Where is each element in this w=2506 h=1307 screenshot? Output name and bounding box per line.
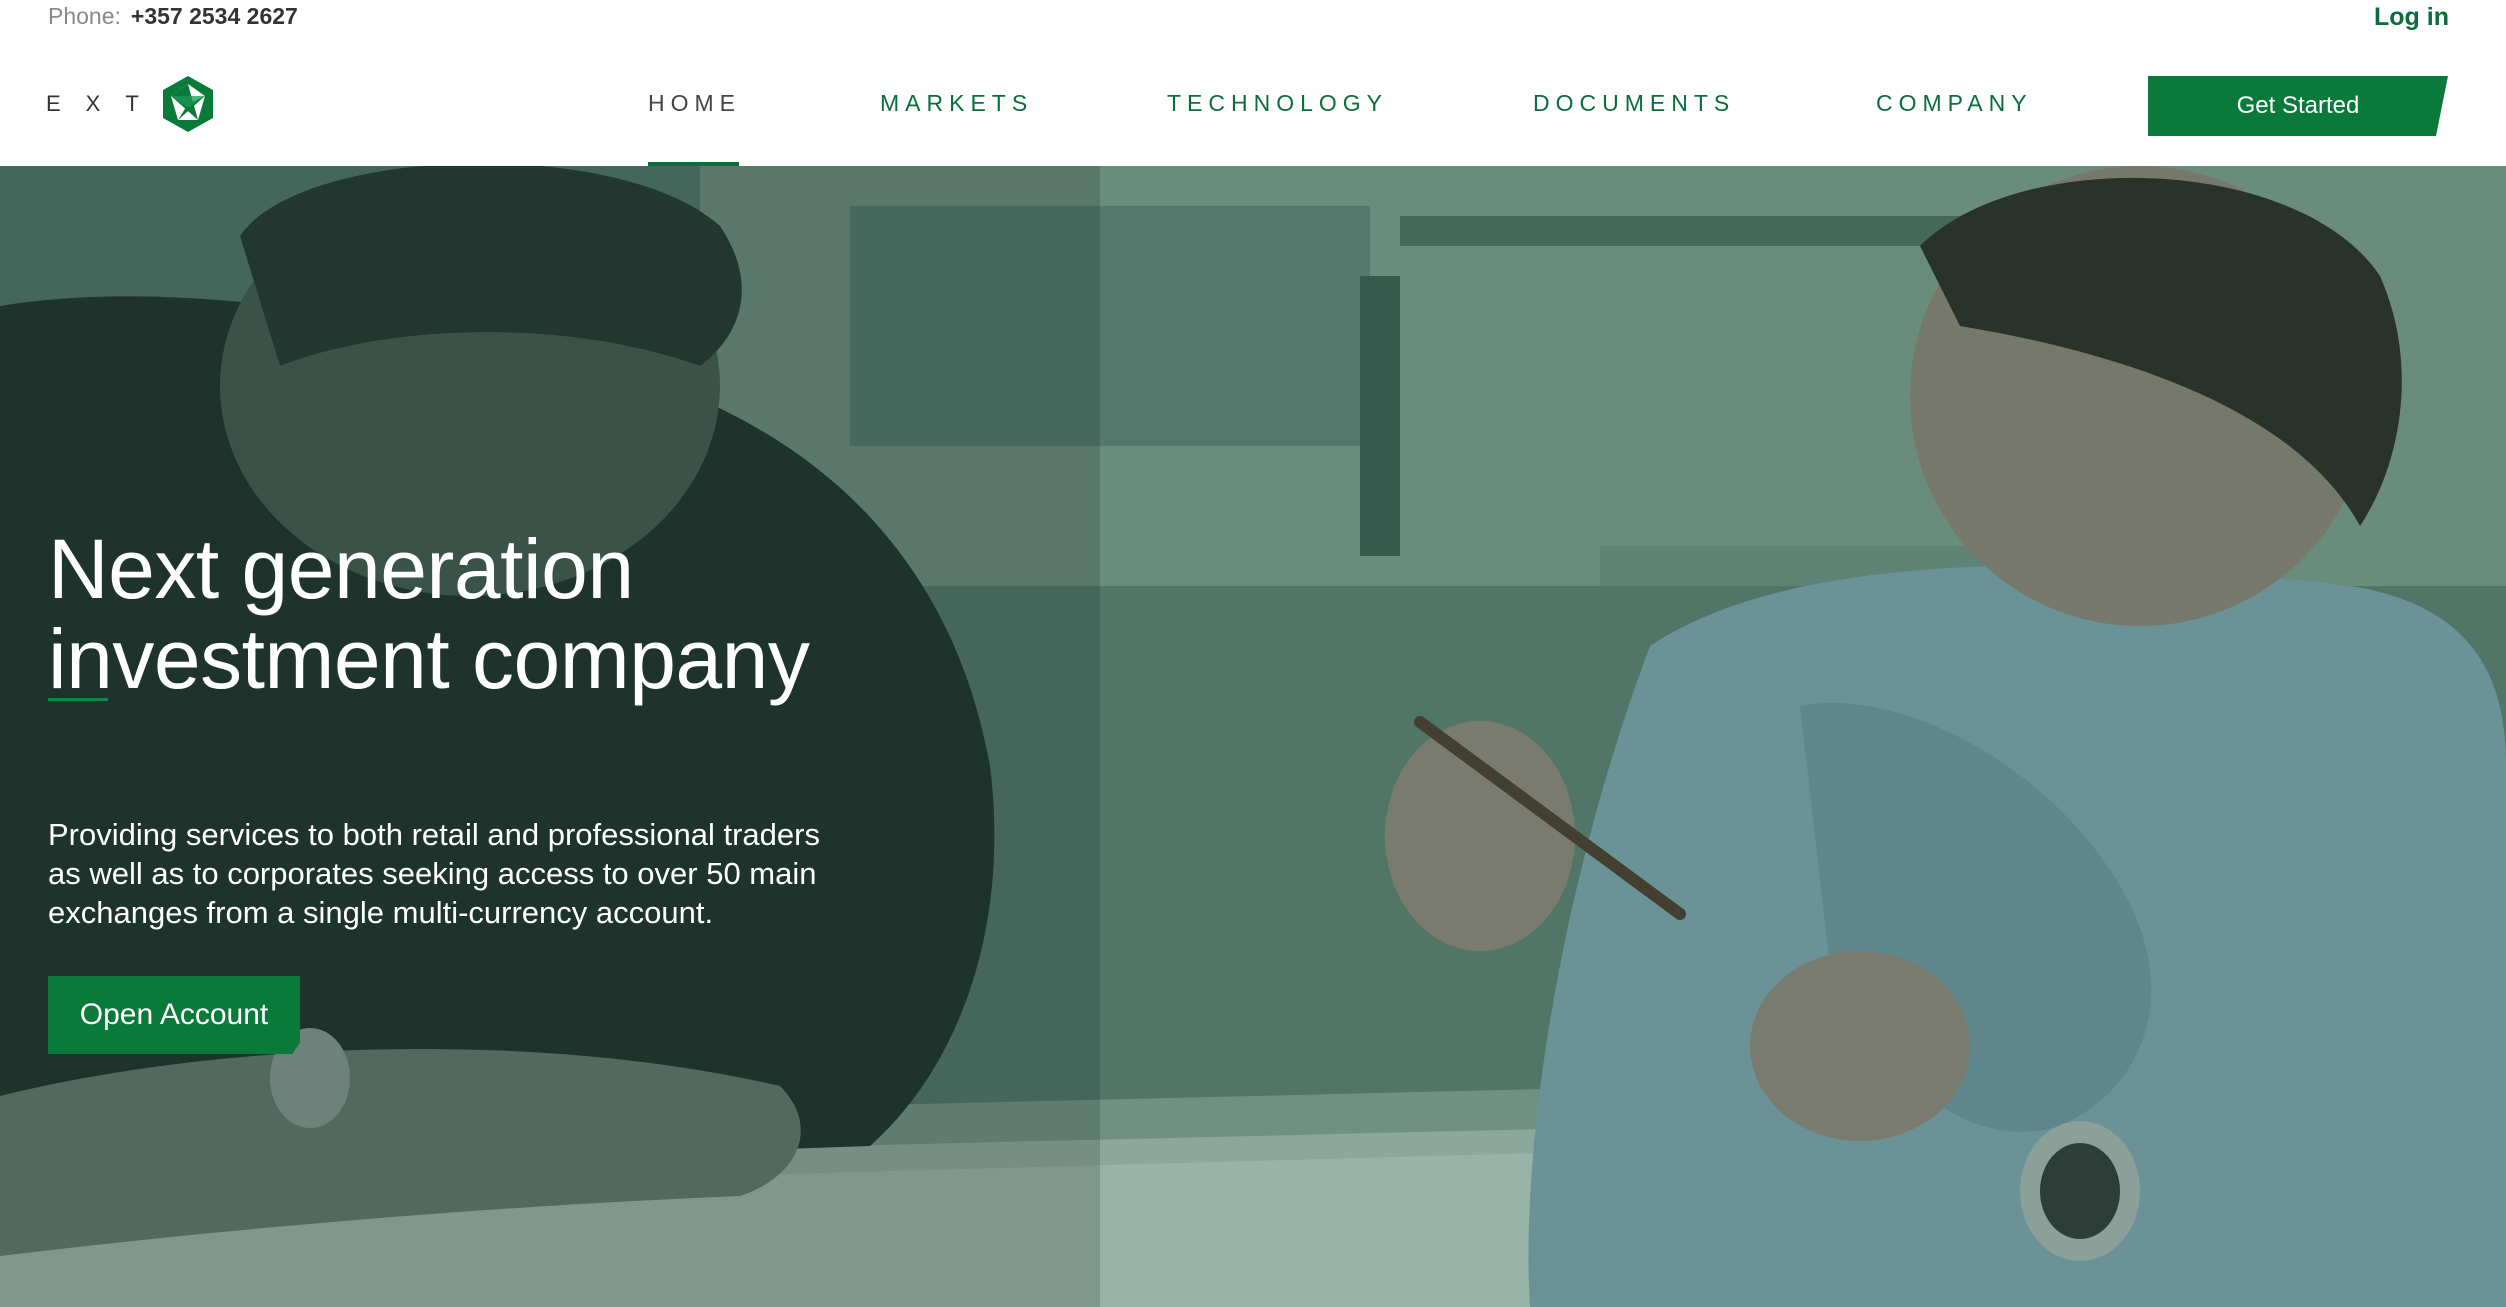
hero-section: Next generation investment company Provi…: [0, 166, 2506, 1307]
nav-company[interactable]: COMPANY: [1876, 90, 2033, 117]
nav-technology[interactable]: TECHNOLOGY: [1167, 90, 1388, 117]
hero-divider: [48, 698, 108, 701]
open-account-button[interactable]: Open Account: [48, 976, 300, 1054]
login-link[interactable]: Log in: [2374, 3, 2449, 32]
nav-markets[interactable]: MARKETS: [880, 90, 1033, 117]
hero-title-line-2: investment company: [48, 612, 810, 707]
top-bar: Phone: +357 2534 2627 Log in: [0, 0, 2506, 38]
get-started-button[interactable]: Get Started: [2148, 76, 2448, 136]
nav-documents[interactable]: DOCUMENTS: [1533, 90, 1735, 117]
main-nav: HOME MARKETS TECHNOLOGY DOCUMENTS COMPAN…: [0, 38, 2506, 166]
hero-title: Next generation investment company: [48, 524, 948, 704]
phone-number[interactable]: +357 2534 2627: [131, 3, 298, 29]
hero-title-line-1: Next generation: [48, 522, 634, 617]
main-header: EXT HOME MARKETS TECHNOLOGY DOCUMENTS CO…: [0, 38, 2506, 166]
nav-home[interactable]: HOME: [648, 90, 741, 117]
phone-info: Phone: +357 2534 2627: [48, 3, 298, 30]
phone-label: Phone:: [48, 3, 121, 29]
hero-description: Providing services to both retail and pr…: [48, 817, 820, 930]
hero-background-image: [0, 166, 2506, 1307]
